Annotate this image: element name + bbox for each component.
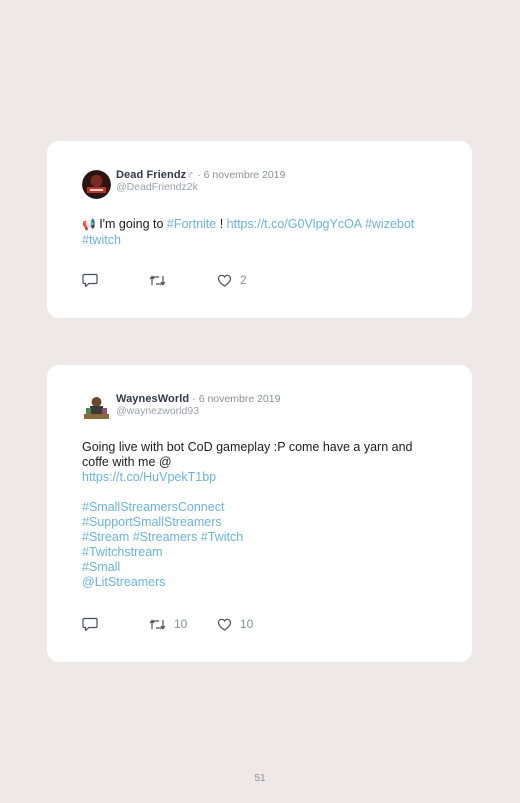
tweet-text: 📢 I'm going to #Fortnite ! https://t.co/… xyxy=(82,217,437,248)
retweet-count: 10 xyxy=(174,617,188,631)
hashtag-link[interactable]: #SmallStreamersConnect xyxy=(82,500,224,514)
reply-button[interactable] xyxy=(82,273,149,287)
avatar[interactable] xyxy=(82,394,111,423)
hashtag-link[interactable]: #Twitchstream xyxy=(82,545,163,559)
tweet-date[interactable]: · 6 novembre 2019 xyxy=(192,393,280,405)
tweet-meta: Dead Friendz♂ · 6 novembre 2019 @DeadFri… xyxy=(116,169,285,193)
like-button[interactable]: 2 xyxy=(217,273,247,287)
name-suffix: ♂ xyxy=(186,169,195,181)
hashtag-link[interactable]: #Small xyxy=(82,560,120,574)
author-name[interactable]: WaynesWorld xyxy=(116,393,189,405)
hashtag-link[interactable]: #Stream #Streamers #Twitch xyxy=(82,530,243,544)
tweet-actions: 10 10 xyxy=(82,617,253,631)
author-name[interactable]: Dead Friendz xyxy=(116,169,186,181)
retweet-icon xyxy=(149,619,166,629)
hashtag-link[interactable]: #Fortnite xyxy=(167,217,216,231)
page-number: 51 xyxy=(254,773,266,784)
tweet-header: WaynesWorld · 6 novembre 2019 @waynezwor… xyxy=(82,393,437,425)
tweet-card: WaynesWorld · 6 novembre 2019 @waynezwor… xyxy=(47,365,472,662)
hashtag-link[interactable]: #SupportSmallStreamers xyxy=(82,515,222,529)
tweet-text-part: ! xyxy=(216,217,227,231)
avatar[interactable] xyxy=(82,170,111,199)
reply-icon xyxy=(82,273,98,287)
tweet-text: Going live with bot CoD gameplay :P come… xyxy=(82,440,437,590)
reply-icon xyxy=(82,617,98,631)
mention-link[interactable]: @LitStreamers xyxy=(82,575,166,589)
retweet-button[interactable] xyxy=(149,274,217,287)
hashtag-link[interactable]: #wizebot xyxy=(365,217,414,231)
tweet-text-part: Going live with bot CoD gameplay :P come… xyxy=(82,440,413,469)
url-link[interactable]: https://t.co/G0VlpgYcOA xyxy=(227,217,362,231)
url-link[interactable]: https://t.co/HuVpekT1bp xyxy=(82,470,216,484)
heart-icon xyxy=(217,618,232,631)
megaphone-emoji: 📢 xyxy=(82,219,96,231)
tweet-header: Dead Friendz♂ · 6 novembre 2019 @DeadFri… xyxy=(82,169,437,201)
retweet-button[interactable]: 10 xyxy=(149,617,217,631)
like-count: 2 xyxy=(240,273,247,287)
like-button[interactable]: 10 xyxy=(217,617,253,631)
hashtag-link[interactable]: #twitch xyxy=(82,233,121,247)
author-handle[interactable]: @waynezworld93 xyxy=(116,405,280,417)
tweet-meta: WaynesWorld · 6 novembre 2019 @waynezwor… xyxy=(116,393,280,417)
reply-button[interactable] xyxy=(82,617,149,631)
author-handle[interactable]: @DeadFriendz2k xyxy=(116,181,285,193)
tweet-date[interactable]: · 6 novembre 2019 xyxy=(197,169,285,181)
tweet-actions: 2 xyxy=(82,273,247,287)
like-count: 10 xyxy=(240,617,254,631)
tweet-text-part: I'm going to xyxy=(99,217,167,231)
retweet-icon xyxy=(149,275,166,285)
tweet-card: Dead Friendz♂ · 6 novembre 2019 @DeadFri… xyxy=(47,141,472,318)
heart-icon xyxy=(217,274,232,287)
